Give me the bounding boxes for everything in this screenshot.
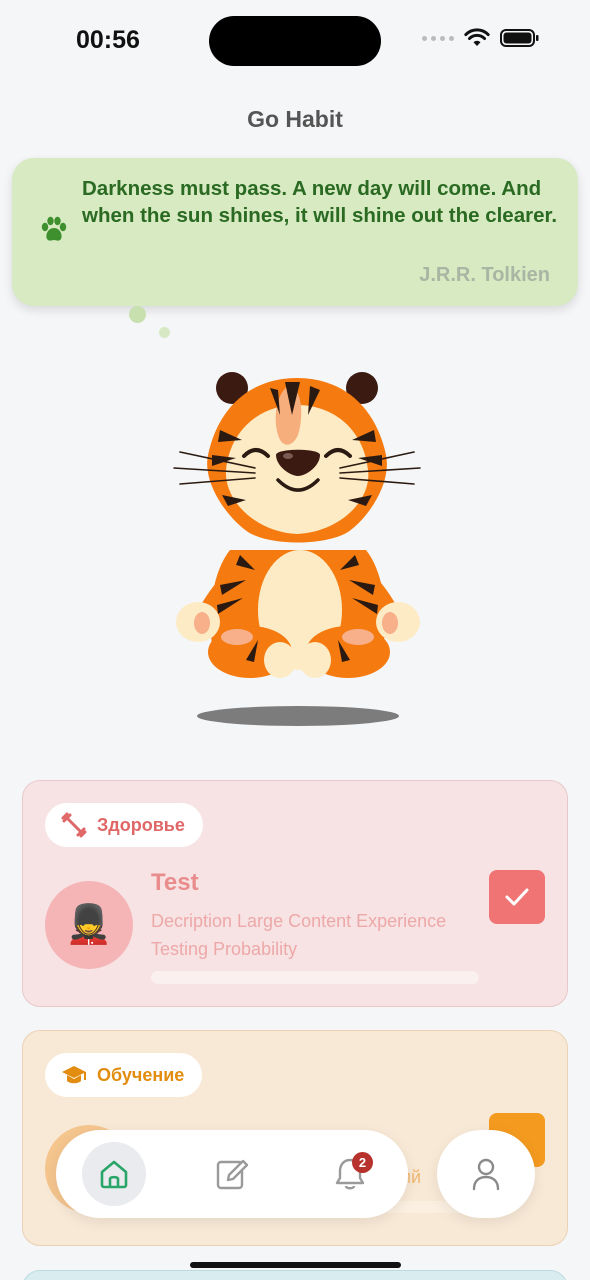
edit-icon [216, 1159, 249, 1190]
paw-icon [41, 216, 67, 241]
quote-card: Darkness must pass. A new day will come.… [12, 158, 578, 306]
signal-icon [422, 35, 454, 41]
tiger-mascot [173, 372, 421, 726]
category-label: Здоровье [97, 814, 185, 835]
category-badge: Здоровье [45, 803, 203, 847]
quote-author: J.R.R. Tolkien [419, 264, 550, 286]
nav-edit[interactable] [200, 1142, 264, 1206]
graduation-cap-icon [62, 1066, 86, 1084]
bottom-navigation: 2 [56, 1130, 408, 1218]
complete-checkbox[interactable] [489, 870, 545, 924]
checkmark-icon [505, 888, 529, 906]
nav-home[interactable] [82, 1142, 146, 1206]
status-icons [422, 28, 540, 48]
category-label: Обучение [97, 1064, 185, 1085]
thought-bubble-dot [129, 306, 146, 323]
nav-profile[interactable] [437, 1130, 535, 1218]
wifi-icon [464, 28, 490, 46]
habit-avatar: 💂 [45, 881, 133, 969]
habit-card-health[interactable]: Здоровье 💂 Test Decription Large Content… [22, 780, 568, 1007]
app-title: Go Habit [247, 106, 343, 132]
profile-icon [472, 1158, 500, 1191]
status-time: 00:56 [76, 26, 140, 54]
thought-bubble-dot [159, 327, 170, 338]
quote-text: Darkness must pass. A new day will come.… [82, 177, 558, 227]
home-icon [100, 1160, 128, 1189]
habit-description: Decription Large Content Experience Test… [151, 911, 447, 959]
guard-emoji-icon: 💂 [65, 904, 113, 946]
notification-badge: 2 [352, 1152, 373, 1173]
habit-title: Test [151, 869, 199, 896]
habit-progress-bar [151, 971, 479, 984]
category-badge: Обучение [45, 1053, 203, 1097]
habit-card-partial[interactable] [22, 1270, 568, 1280]
dynamic-island [209, 16, 381, 66]
nav-notifications[interactable]: 2 [318, 1142, 382, 1206]
battery-icon [500, 29, 539, 47]
home-indicator[interactable] [190, 1262, 401, 1268]
dumbbell-icon [61, 812, 87, 838]
